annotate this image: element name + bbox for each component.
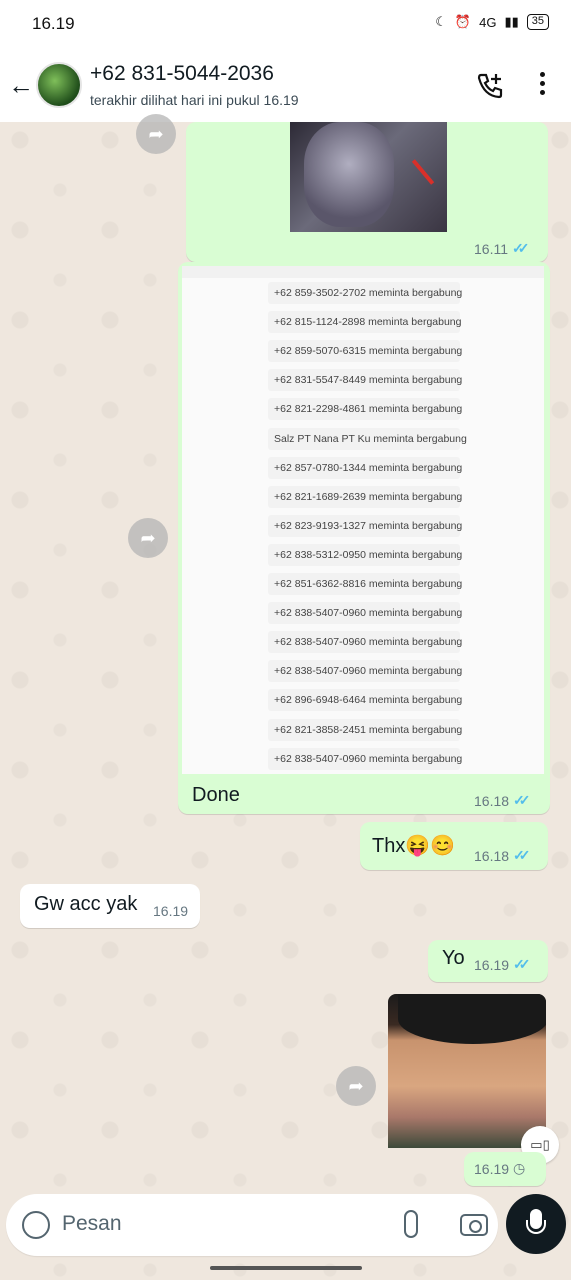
status-bar: 16.19 ☾ ⏰ 4G ▮▮ 35	[0, 0, 571, 50]
message-text: Yo	[442, 947, 465, 969]
join-request-row: +62 896-6948-6464 meminta bergabung	[268, 689, 462, 712]
message-video-thumbnail[interactable]	[388, 994, 546, 1148]
message-meta: 16.19 ✓✓	[474, 956, 531, 973]
sticker-emoji-icon[interactable]	[22, 1211, 50, 1239]
join-request-row: +62 821-1689-2639 meminta bergabung	[268, 485, 462, 508]
signal-icon: ▮▮	[504, 14, 519, 29]
message-time: 16.19	[474, 1160, 510, 1177]
join-request-row: +62 815-1124-2898 meminta bergabung	[268, 311, 462, 334]
message-bubble-outgoing[interactable]: Thx😝😊 16.18 ✓✓	[360, 822, 548, 870]
mic-stand-icon	[526, 1220, 546, 1234]
add-call-icon[interactable]	[474, 70, 506, 102]
screenshot-header	[182, 266, 544, 278]
join-request-row: +62 831-5547-8449 meminta bergabung	[268, 369, 462, 392]
message-time: 16.19	[474, 956, 510, 973]
message-meta: 16.18 ✓✓	[474, 847, 531, 864]
message-bubble-outgoing[interactable]: Yo 16.19 ✓✓	[428, 940, 548, 982]
join-request-row: +62 821-3858-2451 meminta bergabung	[268, 718, 462, 741]
photo-hair	[398, 994, 546, 1044]
message-bubble-incoming[interactable]: Gw acc yak 16.19	[20, 884, 200, 928]
join-request-row: +62 838-5407-0960 meminta bergabung	[268, 631, 462, 654]
last-seen: terakhir dilihat hari ini pukul 16.19	[90, 92, 299, 108]
message-video-meta: 16.19 ◷	[464, 1152, 546, 1186]
message-input-bar[interactable]: Pesan	[6, 1194, 498, 1256]
join-request-row: +62 823-9193-1327 meminta bergabung	[268, 514, 462, 537]
join-request-row: Salz PT Nana PT Ku meminta bergabung	[268, 427, 467, 450]
attach-icon[interactable]	[404, 1210, 418, 1238]
contact-name[interactable]: +62 831-5044-2036	[90, 62, 274, 86]
message-time: 16.19	[153, 903, 189, 919]
join-request-row: +62 838-5407-0960 meminta bergabung	[268, 747, 462, 770]
message-caption: Done	[192, 784, 240, 806]
message-input[interactable]: Pesan	[62, 1212, 122, 1236]
network-label: 4G	[479, 14, 497, 30]
message-meta: 16.18 ✓✓	[474, 792, 531, 809]
message-meta: 16.19	[153, 903, 188, 919]
join-request-row: +62 838-5407-0960 meminta bergabung	[268, 660, 462, 683]
camera-icon[interactable]	[460, 1214, 488, 1236]
message-time: 16.18	[474, 792, 510, 809]
join-request-row: +62 821-2298-4861 meminta bergabung	[268, 398, 462, 421]
battery-icon: 35	[526, 14, 549, 30]
mic-button[interactable]	[506, 1194, 566, 1254]
forward-icon[interactable]: ➦	[128, 518, 168, 558]
moon-icon: ☾	[435, 14, 447, 29]
join-request-row: +62 838-5312-0950 meminta bergabung	[268, 543, 462, 566]
message-image[interactable]	[290, 122, 447, 232]
join-request-row: +62 859-3502-2702 meminta bergabung	[268, 282, 462, 304]
home-indicator[interactable]	[210, 1266, 362, 1270]
message-text: Thx😝😊	[372, 835, 456, 857]
status-time: 16.19	[32, 14, 75, 33]
read-ticks-icon: ✓✓	[512, 240, 530, 256]
join-request-row: +62 859-5070-6315 meminta bergabung	[268, 340, 462, 363]
red-arrow-mark	[411, 159, 435, 185]
more-options-icon[interactable]	[534, 72, 550, 100]
alarm-icon: ⏰	[454, 14, 472, 29]
read-ticks-icon: ✓✓	[513, 792, 531, 808]
read-ticks-icon: ✓✓	[513, 847, 531, 863]
pending-clock-icon: ◷	[513, 1160, 526, 1176]
message-text: Gw acc yak	[34, 893, 138, 915]
read-ticks-icon: ✓✓	[513, 956, 531, 972]
message-time: 16.18	[474, 847, 510, 864]
forward-icon[interactable]: ➦	[136, 114, 176, 154]
chat-header: ← +62 831-5044-2036 terakhir dilihat har…	[0, 50, 571, 122]
image-face	[304, 122, 394, 227]
message-meta: 16.11 ✓✓	[474, 240, 530, 257]
status-icons: ☾ ⏰ 4G ▮▮ 35	[435, 14, 549, 30]
forward-icon[interactable]: ➦	[336, 1066, 376, 1106]
avatar[interactable]	[36, 62, 82, 108]
join-request-row: +62 838-5407-0960 meminta bergabung	[268, 602, 462, 625]
message-time: 16.11	[474, 240, 508, 257]
message-meta: 16.19 ◷	[474, 1160, 525, 1177]
join-request-row: +62 857-0780-1344 meminta bergabung	[268, 456, 462, 479]
join-request-row: +62 851-6362-8816 meminta bergabung	[268, 573, 462, 595]
back-arrow-icon[interactable]: ←	[8, 70, 34, 100]
